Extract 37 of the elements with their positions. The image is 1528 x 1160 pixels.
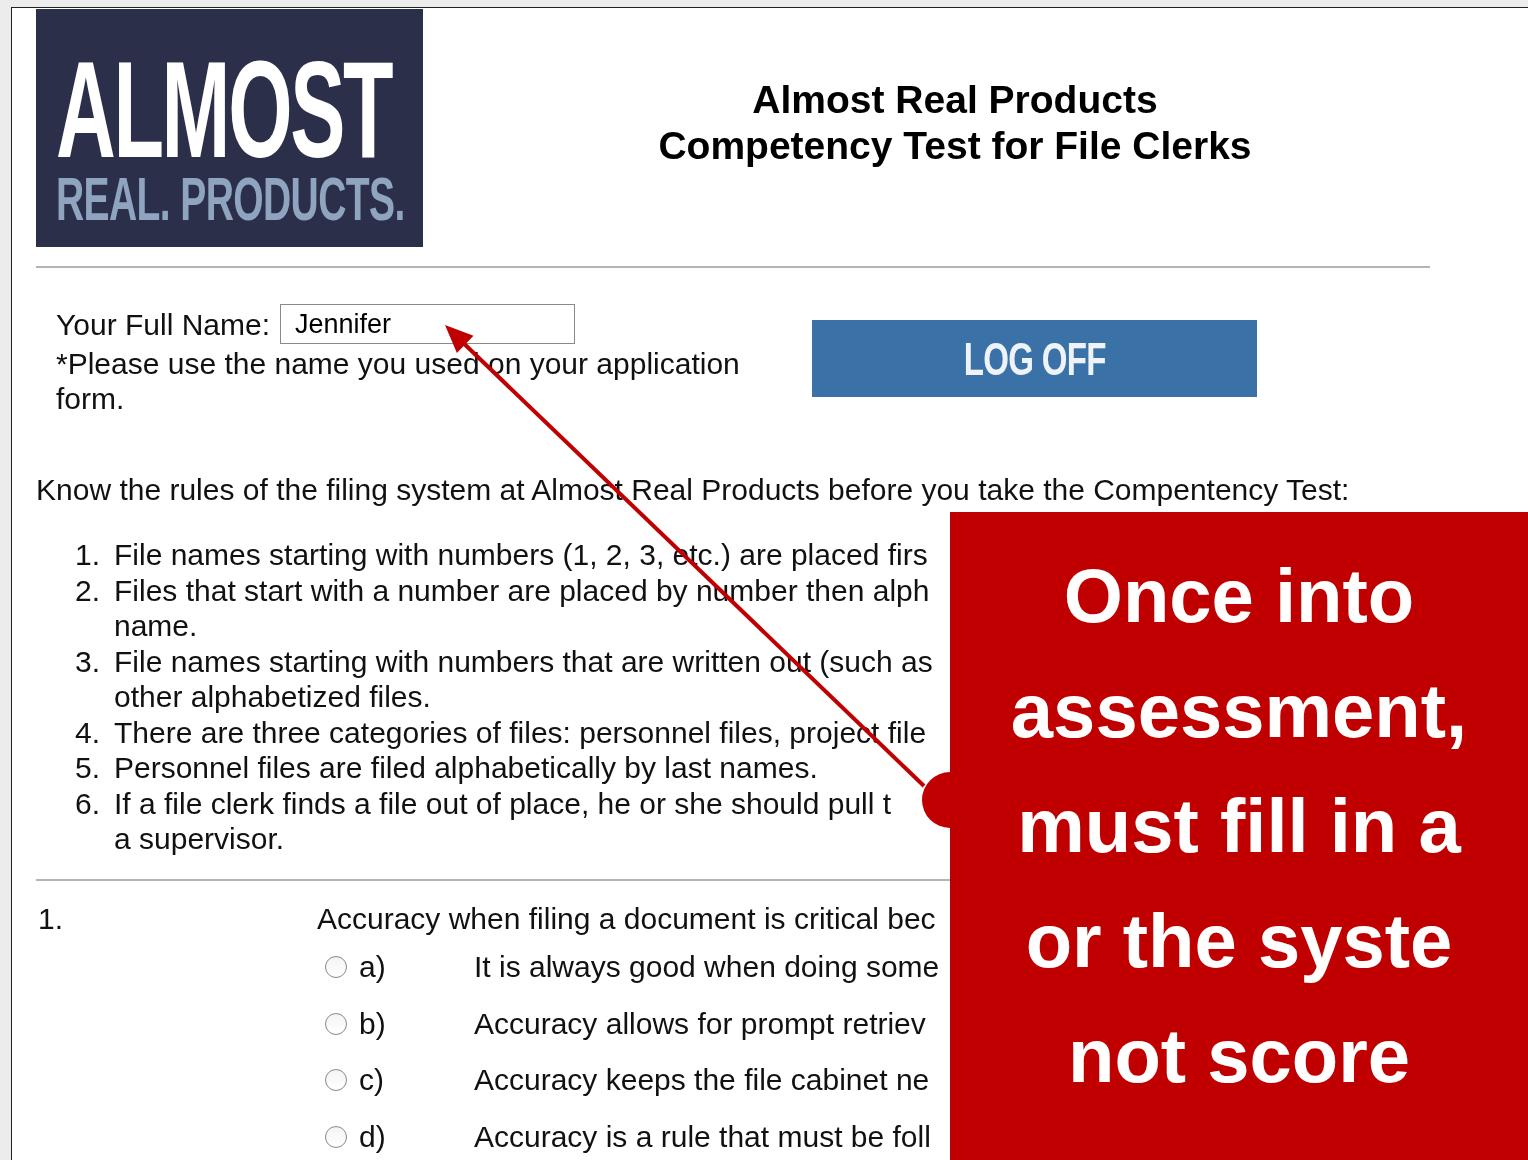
option-text: It is always good when doing some — [474, 949, 940, 984]
rule-text: name. — [114, 608, 199, 644]
radio-button[interactable] — [325, 1069, 347, 1092]
callout-text: not score — [1067, 1012, 1411, 1100]
list-number: 3. — [73, 643, 101, 680]
radio-button[interactable] — [325, 1012, 347, 1035]
list-number: 6. — [73, 785, 101, 822]
list-number: 5. — [73, 750, 101, 786]
rule-text: other alphabetized files. — [114, 679, 432, 715]
option-letter: b) — [359, 1006, 387, 1041]
log-off-button[interactable]: LOG OFF — [812, 320, 1257, 397]
callout-text: Once into — [1063, 552, 1415, 640]
option-letter: a) — [359, 949, 387, 984]
callout-text: or the syste — [1025, 897, 1453, 985]
page-subtitle: Competency Test for File Clerks — [658, 123, 1252, 169]
name-label: Your Full Name: — [56, 306, 270, 342]
list-number: 2. — [73, 572, 101, 609]
radio-button[interactable] — [325, 1125, 347, 1148]
question-number: 1. — [37, 900, 65, 937]
list-number: 1. — [73, 537, 101, 573]
question-text: Accuracy when filing a document is critical bec — [317, 900, 936, 937]
list-number: 4. — [73, 714, 101, 750]
option-text: Accuracy is a rule that must be foll — [474, 1119, 931, 1154]
option-letter: d) — [359, 1119, 387, 1154]
rule-text: Personnel files are filed alphabetically by last names. — [114, 750, 818, 786]
logo-tagline: REAL. PRODUCTS. — [56, 169, 405, 229]
rule-text: a supervisor. — [114, 821, 286, 857]
callout-text: must fill in a — [1017, 782, 1461, 870]
page-title: Almost Real Products — [752, 77, 1158, 123]
logo-wordmark: ALMOST — [56, 49, 392, 169]
option-letter: c) — [359, 1063, 385, 1098]
callout-text: assessment, — [1010, 667, 1468, 755]
option-text: Accuracy keeps the file cabinet ne — [474, 1063, 930, 1098]
rule-text: If a file clerk finds a file out of place, he or she should pull t — [114, 785, 892, 821]
radio-button[interactable] — [325, 955, 347, 978]
name-input-field[interactable]: Jennifer — [280, 304, 575, 344]
option-text: Accuracy allows for prompt retriev — [474, 1006, 926, 1041]
